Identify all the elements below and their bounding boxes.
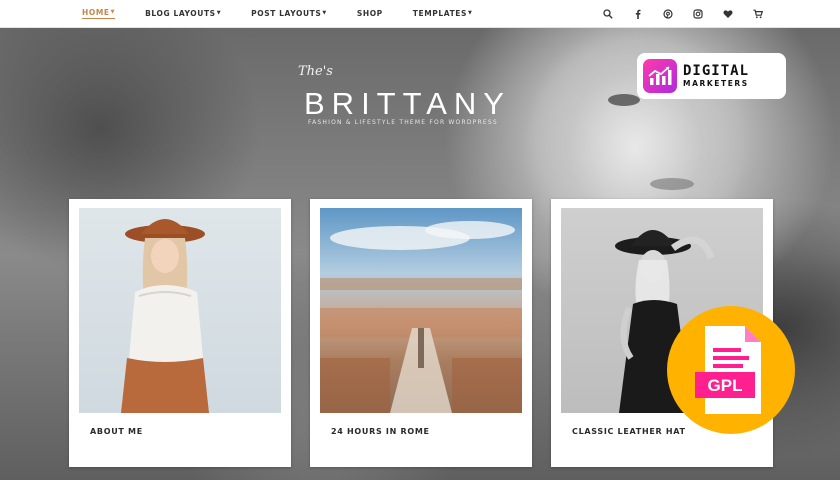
cart-icon[interactable] — [752, 8, 764, 20]
instagram-icon[interactable] — [692, 8, 704, 20]
bar-chart-icon — [643, 59, 677, 93]
card-title: CLASSIC LEATHER HAT — [572, 427, 686, 436]
nav-item-templates[interactable]: TEMPLATES▼ — [413, 9, 473, 18]
post-card-rome[interactable]: 24 HOURS IN ROME — [310, 199, 532, 467]
nav-item-label: HOME — [82, 8, 110, 17]
search-icon[interactable] — [602, 8, 614, 20]
nav-item-label: POST LAYOUTS — [251, 9, 322, 18]
chevron-down-icon: ▼ — [468, 10, 473, 16]
card-title: 24 HOURS IN ROME — [331, 427, 430, 436]
gpl-document-icon: GPL — [695, 326, 761, 414]
card-title: ABOUT ME — [90, 427, 143, 436]
hero-model-eye — [608, 94, 640, 106]
main-menu: HOME▼ BLOG LAYOUTS▼ POST LAYOUTS▼ SHOP T… — [0, 8, 502, 19]
gpl-badge: GPL — [667, 306, 795, 434]
hero-model-lips — [650, 178, 694, 190]
card-image-woman-in-hat — [79, 208, 281, 413]
site-tagline: FASHION & LIFESTYLE THEME FOR WORDPRESS — [308, 119, 498, 126]
nav-item-label: SHOP — [356, 9, 383, 18]
nav-item-label: TEMPLATES — [412, 9, 468, 18]
site-logo-title[interactable]: BRITTANY — [304, 86, 511, 122]
post-card-about-me[interactable]: ABOUT ME — [69, 199, 291, 467]
heart-icon[interactable] — [722, 8, 734, 20]
nav-item-home[interactable]: HOME▼ — [82, 8, 116, 19]
nav-item-shop[interactable]: SHOP — [357, 9, 383, 18]
facebook-icon[interactable] — [632, 8, 644, 20]
pinterest-icon[interactable] — [662, 8, 674, 20]
chevron-down-icon: ▼ — [216, 10, 222, 16]
badge-line-1: DIGITAL — [683, 63, 750, 79]
card-image-rome-cityscape — [320, 208, 522, 413]
nav-item-post-layouts[interactable]: POST LAYOUTS▼ — [251, 9, 327, 18]
badge-line-2: MARKETERS — [683, 79, 749, 88]
brand-script: The's — [298, 64, 333, 79]
chevron-down-icon: ▼ — [322, 10, 327, 16]
nav-item-label: BLOG LAYOUTS — [145, 9, 216, 18]
nav-item-blog-layouts[interactable]: BLOG LAYOUTS▼ — [145, 9, 221, 18]
nav-icons — [584, 0, 764, 28]
gpl-label: GPL — [708, 376, 743, 395]
digital-marketers-logo: DIGITAL MARKETERS — [637, 53, 786, 99]
top-navigation: HOME▼ BLOG LAYOUTS▼ POST LAYOUTS▼ SHOP T… — [0, 0, 840, 28]
chevron-down-icon: ▼ — [110, 9, 116, 15]
